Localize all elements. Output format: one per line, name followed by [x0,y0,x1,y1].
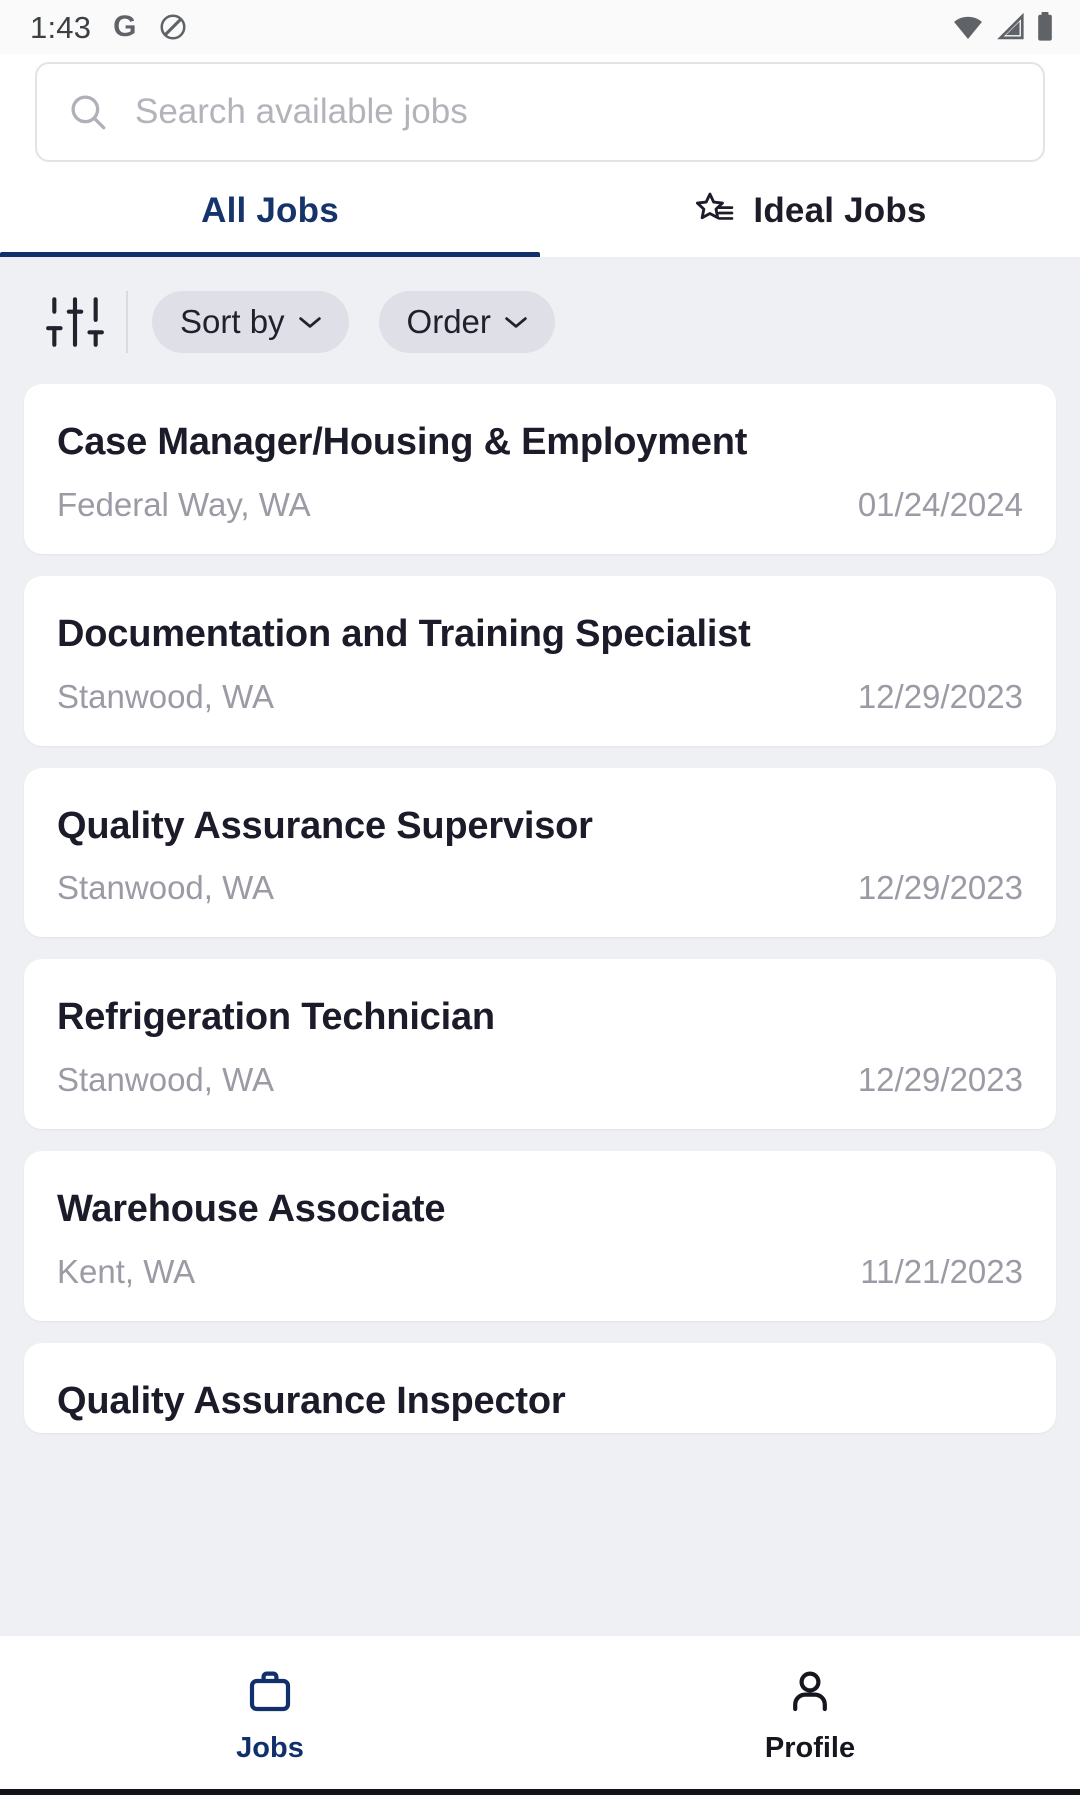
job-date: 12/29/2023 [857,1061,1023,1099]
person-icon [784,1666,836,1718]
job-card[interactable]: Warehouse Associate Kent, WA 11/21/2023 [24,1151,1056,1321]
job-location: Federal Way, WA [57,485,311,523]
job-location: Kent, WA [57,1252,196,1290]
job-date: 12/29/2023 [857,869,1023,907]
order-dropdown[interactable]: Order [378,290,555,353]
job-title: Quality Assurance Inspector [57,1379,566,1422]
filter-row: Sort by Order [0,259,1080,384]
nav-item-jobs[interactable]: Jobs [0,1666,540,1765]
search-icon [67,91,109,133]
filter-tune-button[interactable] [38,290,112,354]
job-meta: Federal Way, WA 01/24/2024 [57,486,1023,524]
job-card[interactable]: Quality Assurance Inspector [24,1342,1056,1433]
status-bar-right [952,12,1054,42]
bottom-navigation: Jobs Profile [0,1635,1080,1795]
job-meta: Kent, WA 11/21/2023 [57,1253,1023,1291]
do-not-disturb-icon [158,12,188,42]
tune-icon [44,294,106,350]
wifi-icon [952,13,984,41]
battery-icon [1036,12,1054,42]
tab-ideal-jobs[interactable]: Ideal Jobs [540,162,1080,259]
sort-by-dropdown[interactable]: Sort by [152,290,349,353]
job-meta: Stanwood, WA 12/29/2023 [57,678,1023,716]
jobs-content-area: Sort by Order Case Manager/Housing & Emp… [0,259,1080,1635]
job-title: Documentation and Training Specialist [57,612,751,655]
search-bar-container [0,54,1080,162]
search-box[interactable] [35,62,1045,162]
tab-ideal-jobs-label: Ideal Jobs [753,190,927,230]
sort-by-label: Sort by [180,302,285,340]
job-meta: Stanwood, WA 12/29/2023 [57,869,1023,907]
job-list[interactable]: Case Manager/Housing & Employment Federa… [0,384,1080,1635]
nav-item-profile-label: Profile [764,1732,856,1764]
order-label: Order [406,302,491,340]
job-location: Stanwood, WA [57,869,275,907]
job-title: Case Manager/Housing & Employment [57,421,748,463]
gesture-bar [0,1789,1080,1795]
job-location: Stanwood, WA [57,1061,275,1099]
status-bar-left: 1:43 G [30,12,188,43]
job-title: Quality Assurance Supervisor [57,804,593,847]
chevron-down-icon [298,316,321,328]
filter-divider [126,290,128,353]
jobs-tab-bar: All Jobs Ideal Jobs [0,162,1080,259]
job-card[interactable]: Quality Assurance Supervisor Stanwood, W… [24,767,1056,938]
job-card[interactable]: Case Manager/Housing & Employment Federa… [24,384,1056,554]
google-icon: G [113,10,137,43]
status-bar: 1:43 G [0,0,1080,54]
nav-item-jobs-label: Jobs [236,1732,304,1764]
job-location: Stanwood, WA [57,677,275,715]
job-card[interactable]: Documentation and Training Specialist St… [24,575,1056,746]
nav-item-profile[interactable]: Profile [540,1666,1080,1765]
job-title: Refrigeration Technician [57,996,495,1039]
cellular-icon [995,13,1025,41]
briefcase-icon [244,1666,296,1718]
tab-all-jobs-label: All Jobs [201,190,339,230]
job-title: Warehouse Associate [57,1188,446,1231]
tab-all-jobs[interactable]: All Jobs [0,162,540,259]
job-date: 11/21/2023 [860,1252,1023,1290]
app-screen: 1:43 G Search available jobs All Jobs Id… [0,0,1080,1795]
job-card[interactable]: Refrigeration Technician Stanwood, WA 12… [24,959,1056,1130]
job-date: 01/24/2024 [857,485,1023,523]
chevron-down-icon [505,316,527,328]
status-time: 1:43 [30,9,92,45]
star-list-icon [693,189,737,233]
job-meta: Stanwood, WA 12/29/2023 [57,1061,1023,1099]
search-input[interactable] [135,92,1013,132]
job-date: 12/29/2023 [857,677,1023,715]
